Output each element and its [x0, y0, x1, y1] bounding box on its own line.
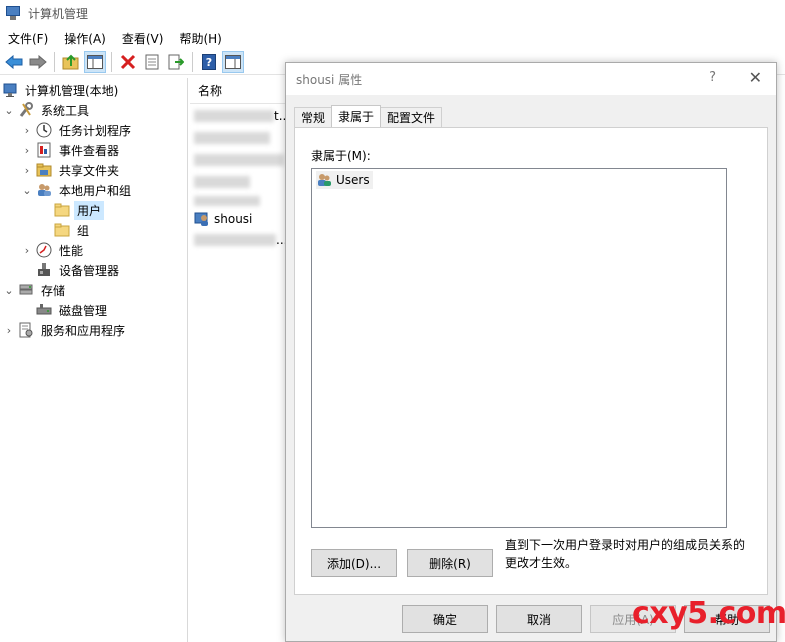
console-tree: 计算机管理(本地) ⌄ 系统工具 › 任务计划程序 › 事件查看器 › 共享文件…: [0, 78, 188, 642]
dialog-title: shousi 属性: [296, 72, 363, 87]
tree-item-services-apps[interactable]: › 服务和应用程序: [4, 320, 128, 340]
member-of-list[interactable]: Users: [311, 168, 727, 528]
tree-item-event-viewer[interactable]: › 事件查看器: [22, 140, 122, 160]
dialog-tabs: 常规 隶属于 配置文件: [294, 105, 443, 127]
shared-folder-icon: [36, 162, 52, 178]
delete-icon[interactable]: [117, 51, 139, 73]
folder-icon: [54, 222, 70, 238]
member-of-label: 隶属于(M):: [311, 149, 371, 163]
chevron-right-icon[interactable]: ›: [4, 324, 14, 337]
menu-help[interactable]: 帮助(H): [171, 30, 229, 47]
services-icon: [18, 322, 34, 338]
action-pane-icon[interactable]: [222, 50, 244, 73]
redacted-row: [194, 234, 276, 246]
window-title: 计算机管理: [28, 6, 89, 21]
tree-item-disk-management[interactable]: 磁盘管理: [36, 300, 110, 320]
list-item-shousi[interactable]: shousi: [194, 210, 252, 228]
tree-item-local-users-groups[interactable]: ⌄ 本地用户和组: [22, 180, 134, 200]
user-list-pane: 名称 t... shousi ...: [190, 78, 290, 642]
computer-management-icon: [2, 82, 18, 98]
close-icon[interactable]: ✕: [749, 68, 762, 87]
remove-button[interactable]: 删除(R): [407, 549, 493, 577]
users-group-icon: [36, 182, 52, 198]
user-properties-dialog: shousi 属性 ? ✕ 常规 隶属于 配置文件 隶属于(M): Users …: [285, 62, 777, 642]
chevron-right-icon[interactable]: ›: [22, 144, 32, 157]
help-question-icon[interactable]: ?: [709, 70, 716, 85]
properties-icon[interactable]: [141, 51, 163, 73]
export-icon[interactable]: [165, 51, 187, 73]
tree-item-performance[interactable]: › 性能: [22, 240, 86, 260]
tree-item-shared-folders[interactable]: › 共享文件夹: [22, 160, 122, 180]
device-manager-icon: [36, 262, 52, 278]
tab-profile[interactable]: 配置文件: [380, 107, 443, 127]
event-viewer-icon: [36, 142, 52, 158]
menu-bar: 文件(F) 操作(A) 查看(V) 帮助(H): [0, 27, 785, 49]
tree-item-storage[interactable]: ⌄ 存储: [4, 280, 68, 300]
tools-icon: [18, 102, 34, 118]
column-header-name[interactable]: 名称: [190, 78, 290, 104]
tree-item-groups[interactable]: 组: [54, 220, 92, 240]
tree-item-task-scheduler[interactable]: › 任务计划程序: [22, 120, 134, 140]
back-arrow-icon[interactable]: [3, 51, 25, 73]
help-icon[interactable]: ?: [198, 51, 220, 73]
tree-item-system-tools[interactable]: ⌄ 系统工具: [4, 100, 92, 120]
menu-view[interactable]: 查看(V): [114, 30, 172, 47]
redacted-row: [194, 196, 260, 206]
chevron-down-icon[interactable]: ⌄: [4, 104, 14, 117]
menu-action[interactable]: 操作(A): [56, 30, 114, 47]
svg-text:?: ?: [206, 56, 212, 69]
user-icon: [194, 211, 210, 227]
redacted-row: [194, 154, 284, 166]
tree-item-users[interactable]: 用户: [54, 200, 105, 220]
chevron-down-icon[interactable]: ⌄: [4, 284, 14, 297]
add-button[interactable]: 添加(D)...: [311, 549, 397, 577]
tree-item-device-manager[interactable]: 设备管理器: [36, 260, 122, 280]
performance-icon: [36, 242, 52, 258]
list-item-users-group[interactable]: Users: [316, 171, 373, 189]
membership-note: 直到下一次用户登录时对用户的组成员关系的更改才生效。: [505, 538, 746, 570]
tab-general[interactable]: 常规: [294, 107, 333, 127]
dialog-titlebar: shousi 属性 ? ✕: [286, 63, 776, 95]
forward-arrow-icon[interactable]: [27, 51, 49, 73]
storage-icon: [18, 282, 34, 298]
redacted-row: [194, 110, 274, 122]
redacted-row: [194, 132, 270, 144]
show-hide-tree-icon[interactable]: [84, 50, 106, 73]
redacted-row: [194, 176, 250, 188]
tab-member-of[interactable]: 隶属于: [331, 105, 382, 127]
cancel-button[interactable]: 取消: [496, 605, 582, 633]
users-group-icon: [316, 172, 332, 188]
folder-icon: [54, 202, 70, 218]
ok-button[interactable]: 确定: [402, 605, 488, 633]
computer-management-icon: [4, 5, 22, 21]
member-of-panel: 隶属于(M): Users 添加(D)... 删除(R) 直到下一次用户登录时对…: [294, 127, 768, 595]
tree-item-root[interactable]: 计算机管理(本地): [2, 80, 121, 100]
watermark-text: cxy5.com: [632, 596, 785, 631]
chevron-down-icon[interactable]: ⌄: [22, 184, 32, 197]
chevron-right-icon[interactable]: ›: [22, 244, 32, 257]
window-titlebar: 计算机管理: [0, 0, 785, 26]
disk-management-icon: [36, 302, 52, 318]
chevron-right-icon[interactable]: ›: [22, 124, 32, 137]
menu-file[interactable]: 文件(F): [0, 30, 56, 47]
up-folder-icon[interactable]: [60, 51, 82, 73]
clock-icon: [36, 122, 52, 138]
chevron-right-icon[interactable]: ›: [22, 164, 32, 177]
